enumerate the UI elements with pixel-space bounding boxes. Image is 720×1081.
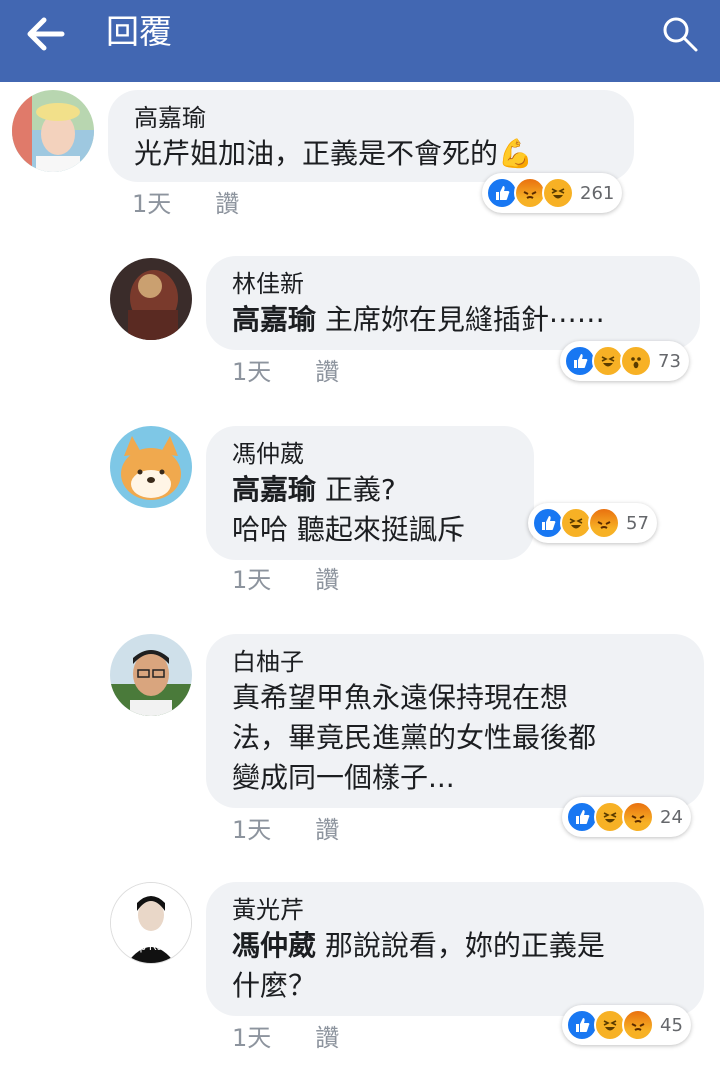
avatar[interactable]: [110, 426, 192, 508]
haha-reaction-icon: [542, 177, 574, 209]
comment-meta: 1天 讚: [232, 810, 383, 845]
mention-link[interactable]: 高嘉瑜: [232, 303, 316, 336]
search-icon[interactable]: [660, 14, 700, 54]
avatar[interactable]: [110, 634, 192, 716]
reaction-count: 45: [660, 1014, 683, 1036]
comment-bubble: 白柚子 真希望甲魚永遠保持現在想 法，畢竟民進黨的女性最後都 變成同一個樣子..…: [206, 634, 704, 808]
comment-meta: 1天 讚: [132, 184, 283, 219]
back-arrow-icon[interactable]: [26, 16, 66, 52]
reaction-count: 261: [580, 182, 615, 204]
like-link[interactable]: 讚: [315, 816, 339, 844]
angry-reaction-icon: [622, 1009, 654, 1041]
comment-bubble: 林佳新 高嘉瑜 主席妳在見縫插針⋯⋯: [206, 256, 700, 350]
comment-author[interactable]: 高嘉瑜: [134, 102, 608, 134]
like-link[interactable]: 讚: [215, 190, 239, 218]
page-title: 回覆: [106, 12, 172, 51]
avatar[interactable]: Pop Radio: [110, 882, 192, 964]
mention-link[interactable]: 高嘉瑜: [232, 473, 316, 506]
comment-text: 真希望甲魚永遠保持現在想 法，畢竟民進黨的女性最後都 變成同一個樣子...: [232, 681, 597, 794]
comment-meta: 1天 讚: [232, 1018, 383, 1053]
comment-bubble: 馮仲葳 高嘉瑜 正義? 哈哈 聽起來挺諷斥: [206, 426, 534, 560]
comment-text: 主席妳在見縫插針⋯⋯: [316, 303, 605, 336]
avatar[interactable]: [12, 90, 94, 172]
reaction-count: 24: [660, 806, 683, 828]
reaction-summary[interactable]: 73: [560, 341, 689, 381]
angry-reaction-icon: [588, 507, 620, 539]
comment-author[interactable]: 林佳新: [232, 268, 674, 300]
reaction-summary[interactable]: 45: [562, 1005, 691, 1045]
like-link[interactable]: 讚: [315, 566, 339, 594]
reaction-summary[interactable]: 261: [482, 173, 623, 213]
mention-link[interactable]: 馮仲葳: [232, 929, 316, 962]
angry-reaction-icon: [622, 801, 654, 833]
reaction-summary[interactable]: 57: [528, 503, 657, 543]
comment-time: 1天: [232, 566, 272, 594]
reaction-summary[interactable]: 24: [562, 797, 691, 837]
top-app-bar: 回覆: [0, 0, 720, 82]
comment-bubble: 黃光芹 馮仲葳 那說說看，妳的正義是 什麼？: [206, 882, 704, 1016]
avatar[interactable]: [110, 258, 192, 340]
reaction-count: 57: [626, 512, 649, 534]
wow-reaction-icon: [620, 345, 652, 377]
comment-author[interactable]: 白柚子: [232, 646, 678, 678]
comment-author[interactable]: 黃光芹: [232, 894, 678, 926]
like-link[interactable]: 讚: [315, 358, 339, 386]
comment-time: 1天: [132, 190, 172, 218]
comment-author[interactable]: 馮仲葳: [232, 438, 508, 470]
comment-time: 1天: [232, 1024, 272, 1052]
comment-time: 1天: [232, 358, 272, 386]
reaction-count: 73: [658, 350, 681, 372]
comment-text: 光芹姐加油，正義是不會死的💪: [134, 137, 533, 170]
comment-meta: 1天 讚: [232, 352, 383, 387]
comment-bubble: 高嘉瑜 光芹姐加油，正義是不會死的💪: [108, 90, 634, 182]
like-link[interactable]: 讚: [315, 1024, 339, 1052]
comment-meta: 1天 讚: [232, 560, 383, 595]
avatar-caption: Pop Radio: [126, 941, 178, 953]
comment-time: 1天: [232, 816, 272, 844]
